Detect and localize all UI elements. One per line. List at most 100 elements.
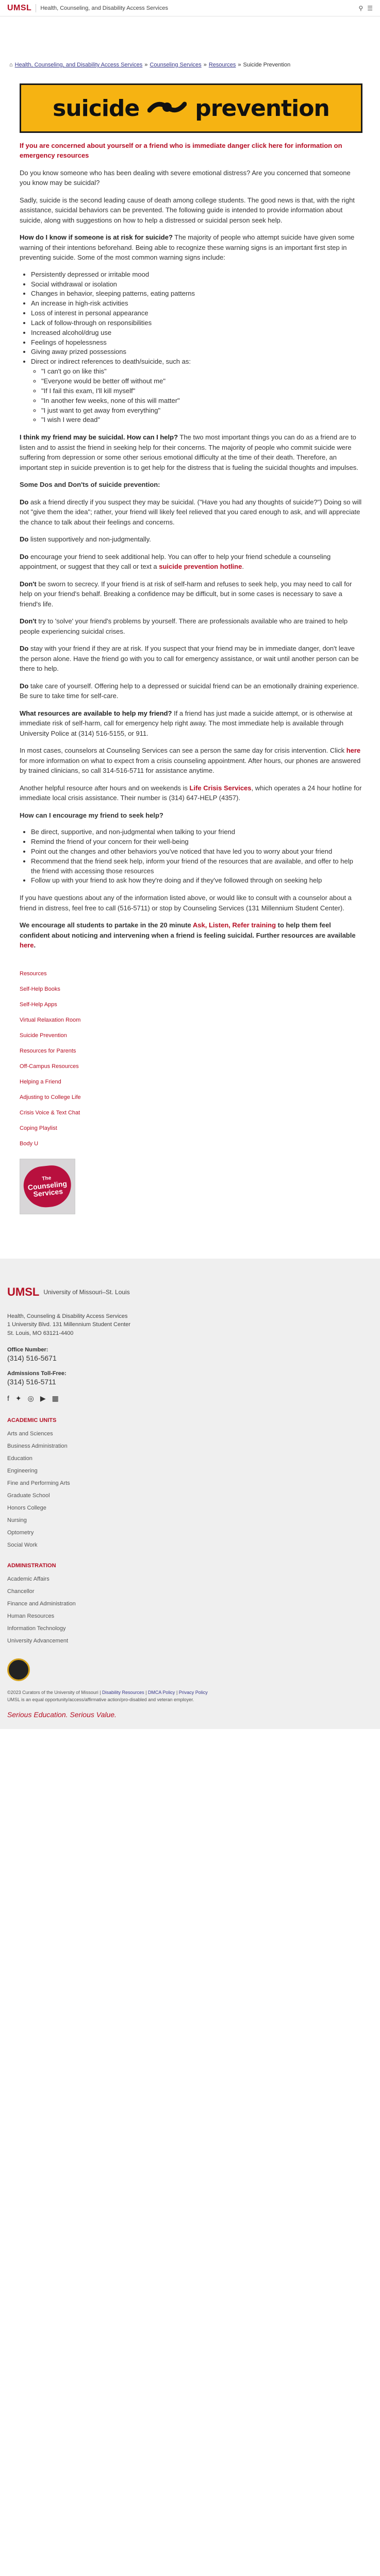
office-label: Office Number: [7,1347,48,1353]
dmca-policy-link[interactable]: DMCA Policy [148,1690,175,1695]
do-text: stay with your friend if they are at ris… [20,645,359,673]
footer-link[interactable]: Arts and Sciences [7,1428,373,1440]
unit-title[interactable]: Health, Counseling, and Disability Acces… [40,5,354,11]
footer-link[interactable]: Optometry [7,1527,373,1539]
resources-section: What resources are available to help my … [20,708,362,739]
list-item: Giving away prized possessions [31,347,362,357]
footer-link[interactable]: Graduate School [7,1489,373,1502]
university-seal [7,1658,30,1682]
footer-link[interactable]: Honors College [7,1502,373,1514]
do-text: listen supportively and non-judgmentally… [28,535,151,544]
footer-link[interactable]: University Advancement [7,1635,373,1647]
footer-link[interactable]: Fine and Performing Arts [7,1477,373,1489]
sidebar-item-suicide-prevention[interactable]: Suicide Prevention [20,1028,362,1043]
home-icon[interactable]: ⌂ [9,62,13,68]
sidebar-item-resources[interactable]: Resources [20,966,362,981]
list-item: Follow up with your friend to ask how th… [31,876,362,886]
sidebar-item-self-help-apps[interactable]: Self-Help Apps [20,997,362,1012]
quotes-list: "I can't go on like this" "Everyone woul… [41,367,362,425]
do-item: Do take care of yourself. Offering help … [20,681,362,701]
eeo-statement: UMSL is an equal opportunity/access/affi… [7,1697,194,1702]
search-icon[interactable]: ⚲ [358,5,363,12]
counseling-services-logo: The Counseling Services [20,1158,75,1214]
life-crisis-link[interactable]: Life Crisis Services [190,784,252,792]
alr-training-link[interactable]: Ask, Listen, Refer training [193,921,276,929]
footer-link[interactable]: Engineering [7,1465,373,1477]
calendar-icon[interactable]: ▦ [52,1394,59,1403]
intro-paragraph: Do you know someone who has been dealing… [20,168,351,187]
do-item: Do stay with your friend if they are at … [20,643,362,674]
list-item: Point out the changes and other behavior… [31,847,362,857]
admissions-label: Admissions Toll-Free: [7,1370,67,1377]
sidebar-item-self-help-books[interactable]: Self-Help Books [20,981,362,997]
sidebar-item-virtual-relaxation-room[interactable]: Virtual Relaxation Room [20,1012,362,1028]
footer-link[interactable]: Business Administration [7,1440,373,1452]
address-line: Health, Counseling & Disability Access S… [7,1313,128,1319]
sidebar-item-helping-a-friend[interactable]: Helping a Friend [20,1074,362,1090]
address-line: St. Louis, MO 63121-4400 [7,1330,74,1336]
office-phone[interactable]: (314) 516-5671 [7,1354,373,1362]
sidebar-item-body-u[interactable]: Body U [20,1136,362,1151]
instagram-icon[interactable]: ◎ [28,1394,34,1403]
sidebar-item-resources-for-parents[interactable]: Resources for Parents [20,1043,362,1059]
dont-text: be sworn to secrecy. If your friend is a… [20,580,352,608]
hands-icon [147,101,187,113]
do-lead: Do [20,645,29,653]
footer-link[interactable]: Finance and Administration [7,1598,373,1610]
list-item: Increased alcohol/drug use [31,328,362,338]
umsl-logo[interactable]: UMSL [7,4,31,13]
privacy-policy-link[interactable]: Privacy Policy [179,1690,208,1695]
life-crisis-paragraph: Another helpful resource after hours and… [20,783,362,803]
list-item: Lack of follow-through on responsibiliti… [31,318,362,328]
footer-umsl-mark: UMSL [7,1285,40,1298]
admissions-phone[interactable]: (314) 516-5711 [7,1378,373,1386]
main-content: suicide prevention If you are concerned … [0,83,380,951]
paragraph-text: In most cases, counselors at Counseling … [20,747,346,755]
questions-paragraph: If you have questions about any of the i… [20,894,352,912]
banner-word-2: prevention [195,95,330,122]
youtube-icon[interactable]: ▶ [40,1394,46,1403]
footer-logo[interactable]: UMSL University of Missouri–St. Louis [7,1285,373,1299]
menu-icon[interactable]: ☰ [367,5,373,12]
do-lead: Do [20,682,29,690]
twitter-icon[interactable]: ✦ [15,1394,22,1403]
academic-units-title: ACADEMIC UNITS [7,1417,57,1424]
disability-resources-link[interactable]: Disability Resources [102,1690,144,1695]
paragraph-text: We encourage all students to partake in … [20,921,193,929]
list-item: "I wish I were dead" [41,415,362,425]
warning-signs-list: Persistently depressed or irritable mood… [31,270,362,426]
facebook-icon[interactable]: f [7,1394,9,1403]
sidebar-item-crisis-chat[interactable]: Crisis Voice & Text Chat [20,1105,362,1121]
sidebar-item-off-campus-resources[interactable]: Off-Campus Resources [20,1059,362,1074]
breadcrumb-current: Suicide Prevention [243,62,291,68]
crisis-info-link[interactable]: here [346,747,360,754]
copyright: ©2023 Curators of the University of Miss… [7,1690,98,1696]
footer-link[interactable]: Chancellor [7,1585,373,1598]
help-question: I think my friend may be suicidal. How c… [20,433,178,442]
dont-item: Don't be sworn to secrecy. If your frien… [20,579,362,609]
paragraph-text: . [34,941,36,950]
risk-section: How do I know if someone is at risk for … [20,232,362,263]
further-resources-link[interactable]: here [20,941,34,949]
sidebar-item-adjusting-to-college[interactable]: Adjusting to College Life [20,1090,362,1105]
crisis-counseling-paragraph: In most cases, counselors at Counseling … [20,745,362,776]
legal-line: ©2023 Curators of the University of Miss… [7,1690,208,1696]
breadcrumb-resources[interactable]: Resources [209,62,236,68]
footer-link[interactable]: Academic Affairs [7,1573,373,1585]
hotline-link[interactable]: suicide prevention hotline [159,563,242,570]
emergency-alert-link[interactable]: If you are concerned about yourself or a… [20,141,362,161]
do-text: ask a friend directly if you suspect the… [20,498,362,526]
footer-link[interactable]: Nursing [7,1514,373,1527]
list-item: Feelings of hopelessness [31,338,362,348]
footer-link[interactable]: Information Technology [7,1622,373,1635]
suicide-prevention-banner: suicide prevention [20,83,362,133]
resources-question: What resources are available to help my … [20,709,172,717]
sidebar-item-coping-playlist[interactable]: Coping Playlist [20,1121,362,1136]
breadcrumb-home[interactable]: Health, Counseling, and Disability Acces… [15,62,143,68]
breadcrumb-counseling[interactable]: Counseling Services [150,62,201,68]
list-item: "In another few weeks, none of this will… [41,396,362,406]
breadcrumb: ⌂ Health, Counseling, and Disability Acc… [0,16,380,68]
footer-link[interactable]: Education [7,1452,373,1465]
footer-link[interactable]: Human Resources [7,1610,373,1622]
footer-link[interactable]: Social Work [7,1539,373,1551]
